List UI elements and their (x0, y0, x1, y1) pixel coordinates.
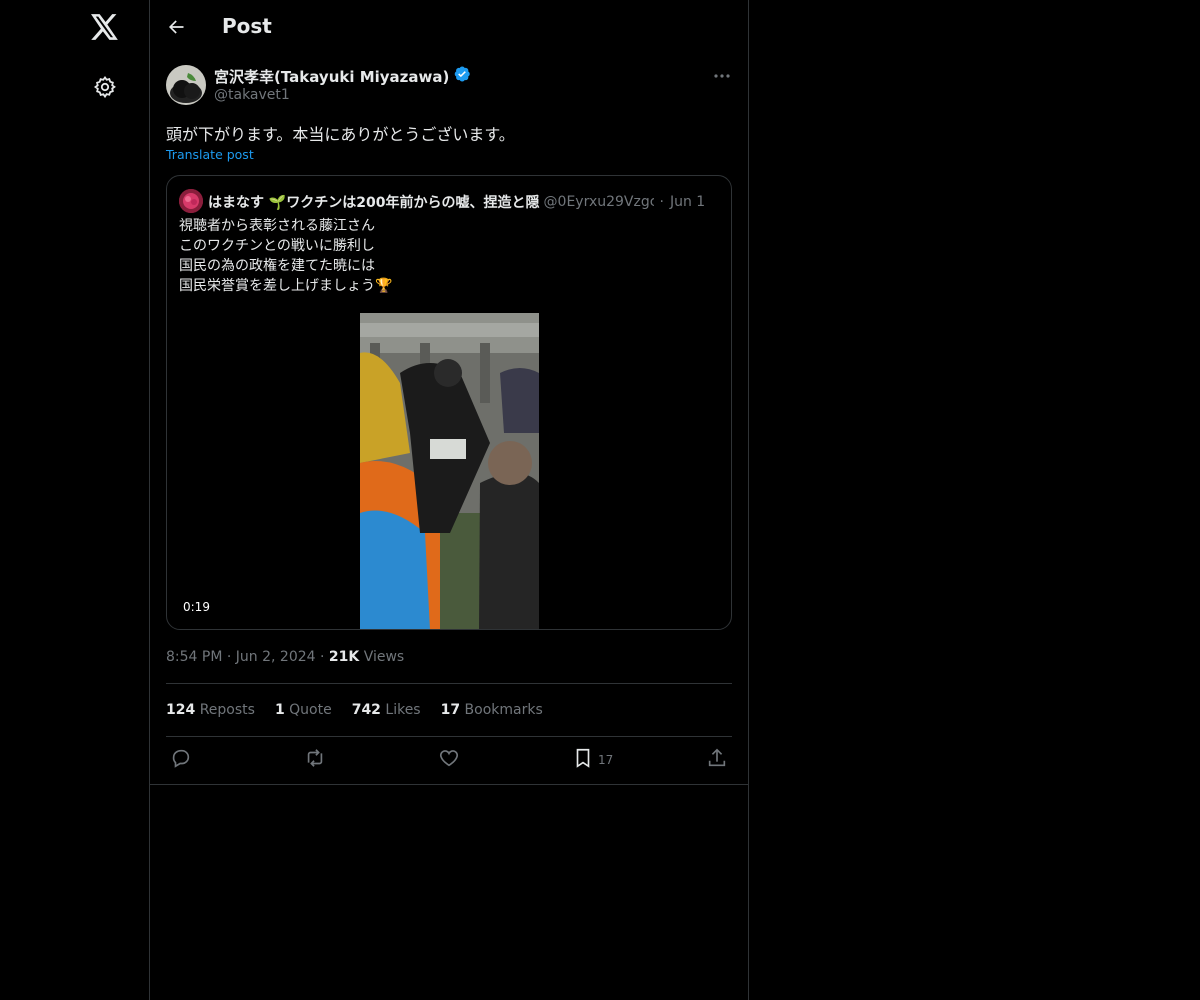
quoted-post[interactable]: はまなす 🌱ワクチンは200年前からの嘘、捏造と隠 @0Eyrxu29Vzgc … (166, 175, 732, 630)
page-header: Post (150, 0, 748, 54)
reply-icon (170, 747, 192, 773)
back-arrow-icon[interactable] (164, 15, 188, 39)
separator-dot: · (226, 649, 236, 665)
author-handle[interactable]: @takavet1 (214, 87, 290, 103)
quote-line: 国民栄誉賞を差し上げましょう🏆 (179, 278, 393, 294)
bookmark-button[interactable]: 17 (572, 747, 613, 773)
reposts-label: Reposts (199, 702, 255, 718)
quote-date: Jun 1 (669, 194, 706, 210)
post-date[interactable]: Jun 2, 2024 (236, 649, 316, 665)
likes-count: 742 (351, 702, 381, 718)
avatar[interactable] (166, 65, 206, 105)
share-icon (706, 747, 728, 773)
bookmarks-label: Bookmarks (464, 702, 543, 718)
quotes-stat[interactable]: 1 Quote (275, 702, 332, 718)
separator-dot: · (320, 649, 329, 665)
likes-label: Likes (385, 702, 421, 718)
post-text: 頭が下がります。本当にありがとうございます。 (166, 125, 515, 144)
bookmark-icon (572, 747, 594, 773)
reposts-count: 124 (166, 702, 196, 718)
repost-icon (303, 747, 327, 773)
bookmarks-count: 17 (440, 702, 461, 718)
views-count: 21K (328, 649, 360, 665)
author-name-text: 宮沢孝幸(Takayuki Miyazawa) (214, 67, 450, 86)
video-duration: 0:19 (183, 600, 210, 614)
x-logo-icon[interactable] (89, 11, 121, 43)
bookmarks-stat[interactable]: 17 Bookmarks (441, 702, 543, 718)
action-bar: 17 (166, 747, 732, 773)
bookmark-count: 17 (598, 753, 614, 767)
page-title: Post (222, 14, 272, 38)
share-button[interactable] (706, 747, 728, 773)
like-icon (438, 747, 460, 773)
quote-author-name: はまなす 🌱ワクチンは200年前からの嘘、捏造と隠 (208, 195, 540, 211)
main-column: Post 宮沢孝幸(Takayuki Miyazawa) @takavet1 頭… (150, 0, 749, 1000)
video-thumbnail[interactable] (360, 313, 539, 629)
quotes-label: Quote (289, 702, 332, 718)
quote-line: このワクチンとの戦いに勝利し (179, 238, 375, 254)
quote-text: 視聴者から表彰される藤江さん このワクチンとの戦いに勝利し 国民の為の政権を建て… (179, 216, 392, 296)
separator-dot: · (659, 194, 664, 210)
post-time[interactable]: 8:54 PM (166, 649, 222, 665)
reply-button[interactable] (170, 747, 192, 773)
quote-header: はまなす 🌱ワクチンは200年前からの嘘、捏造と隠 @0Eyrxu29Vzgc … (208, 192, 722, 212)
reposts-stat[interactable]: 124 Reposts (166, 702, 255, 718)
repost-button[interactable] (303, 747, 327, 773)
gear-icon[interactable] (91, 73, 119, 101)
post-stats: 124 Reposts 1 Quote 742 Likes 17 Bookmar… (166, 702, 543, 718)
quote-line: 視聴者から表彰される藤江さん (179, 218, 375, 234)
divider (150, 784, 748, 785)
quote-line: 国民の為の政権を建てた暁には (179, 258, 375, 274)
verified-badge-icon (453, 65, 471, 87)
quote-avatar (179, 189, 203, 213)
author-name[interactable]: 宮沢孝幸(Takayuki Miyazawa) (214, 65, 471, 87)
quote-author-handle: @0Eyrxu29Vzgc (543, 194, 654, 210)
translate-post-link[interactable]: Translate post (166, 147, 254, 162)
likes-stat[interactable]: 742 Likes (352, 702, 421, 718)
like-button[interactable] (438, 747, 460, 773)
left-nav (0, 0, 150, 1000)
quotes-count: 1 (274, 702, 285, 718)
more-icon[interactable] (710, 66, 734, 86)
divider (166, 683, 732, 684)
views-label: Views (363, 649, 405, 665)
divider (166, 736, 732, 737)
post-meta: 8:54 PM · Jun 2, 2024 · 21K Views (166, 649, 404, 665)
